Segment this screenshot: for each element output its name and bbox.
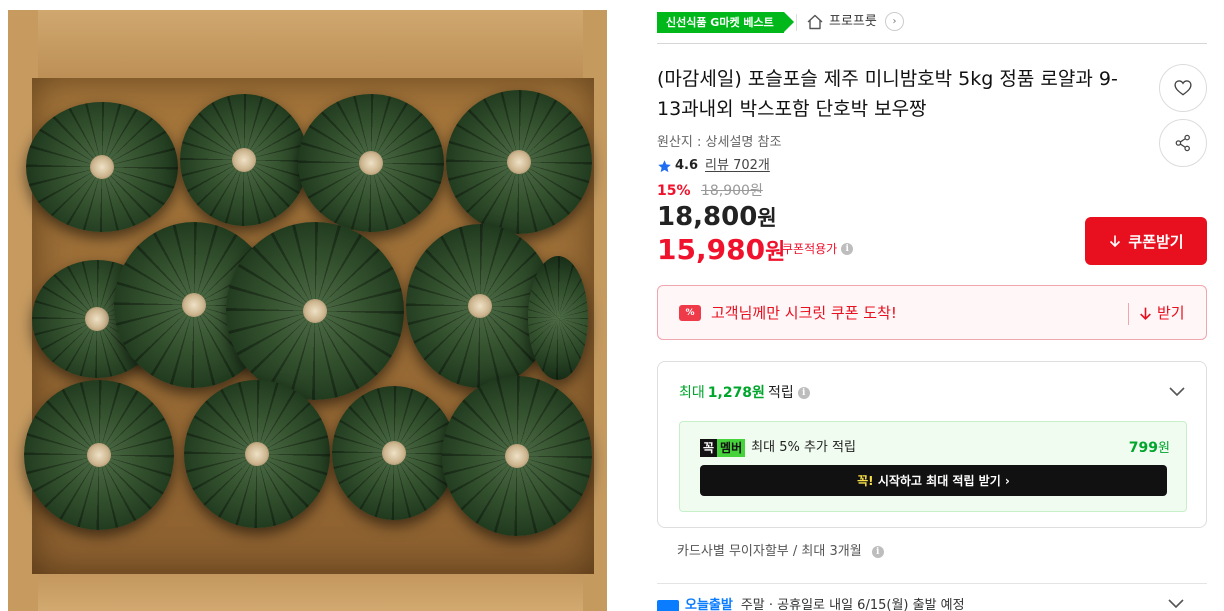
coupon-button-label: 쿠폰받기 [1128,232,1184,251]
mileage-card: 최대 1,278원 적립 i 꼭 멤버 최대 5% 추가 적립 799원 꼭! … [657,361,1207,528]
member-tag-2: 멤버 [717,439,746,457]
best-badge[interactable]: 신선식품 G마켓 베스트 [657,12,794,33]
squash [24,380,174,530]
info-icon[interactable]: i [797,387,810,399]
discount-rate: 15% [657,183,691,199]
divider [657,43,1207,44]
share-icon [1175,134,1190,152]
rating-row: 4.6 리뷰 702개 [657,156,770,176]
secret-coupon-get-button[interactable]: 받기 [1138,303,1185,323]
squash [528,256,588,380]
review-link[interactable]: 리뷰 702개 [705,156,770,176]
chevron-right-icon[interactable]: › [885,12,904,31]
mileage-prefix: 최대 [679,385,705,401]
truck-icon [657,599,679,611]
member-benefit-box: 꼭 멤버 최대 5% 추가 적립 799원 꼭! 시작하고 최대 적립 받기 › [679,421,1187,512]
info-icon[interactable]: i [871,546,884,558]
product-info-panel: 신선식품 G마켓 베스트 프로프룻 › (마감세일) 포슬포슬 제주 미니밤호박… [657,0,1207,611]
divider [796,14,797,31]
mileage-summary[interactable]: 최대 1,278원 적립 i [679,383,810,403]
member-tag-1: 꼭 [700,439,718,457]
coupon-price-label-text: 쿠폰적용가 [782,242,838,256]
delivery-row[interactable]: 오늘출발 주말 · 공휴일로 내일 6/15(월) 출발 예정 [657,596,965,611]
squash [442,376,592,536]
coupon-button[interactable]: 쿠폰받기 [1085,217,1207,265]
info-icon[interactable]: i [841,243,854,255]
squash [180,94,308,226]
secret-coupon-get-label: 받기 [1157,304,1185,322]
star-icon [658,159,671,172]
divider [1128,303,1129,325]
squash [332,386,456,520]
member-tag: 꼭 멤버 [700,439,746,457]
coupon-price-label: 쿠폰적용가 i [782,240,854,258]
squash [26,102,178,232]
sale-price-unit: 원 [757,206,777,230]
download-icon [1108,234,1122,248]
share-button[interactable] [1159,119,1207,167]
member-signup-button[interactable]: 꼭! 시작하고 최대 적립 받기 › [700,465,1167,496]
product-detail-page: 신선식품 G마켓 베스트 프로프룻 › (마감세일) 포슬포슬 제주 미니밤호박… [0,0,1224,611]
download-icon [1140,307,1151,320]
coupon-price: 15,980원 [657,231,785,272]
squash [446,90,592,234]
wishlist-button[interactable] [1159,64,1207,112]
delivery-text: 주말 · 공휴일로 내일 6/15(월) 출발 예정 [740,598,965,611]
member-amount-unit: 원 [1158,441,1170,456]
member-benefit-text: 최대 5% 추가 적립 [751,440,856,455]
squash [298,94,444,232]
member-cta-text: 시작하고 최대 적립 받기 › [877,474,1010,488]
coupon-ticket-icon: % [679,305,701,321]
divider [657,583,1207,584]
card-installment-text: 카드사별 무이자할부 / 최대 3개월 [677,544,862,559]
mileage-amount: 1,278원 [707,385,765,401]
chevron-down-icon[interactable] [1167,598,1185,610]
heart-icon [1174,80,1192,96]
secret-coupon-message: 고객님께만 시크릿 쿠폰 도착! [711,304,897,322]
product-title: (마감세일) 포슬포슬 제주 미니밤호박 5kg 정품 로얄과 9-13과내외 … [657,68,1118,120]
discount-row: 15% 18,900원 [657,181,763,201]
mileage-suffix: 적립 [767,385,794,401]
brand-link[interactable]: 프로프룻 [829,13,877,31]
secret-coupon-banner[interactable]: % 고객님께만 시크릿 쿠폰 도착! 받기 [657,285,1207,340]
delivery-label: 오늘출발 [685,598,733,611]
original-price: 18,900원 [700,183,763,199]
squash [226,222,404,400]
member-cta-highlight: 꼭! [857,474,874,488]
card-installment-info: 카드사별 무이자할부 / 최대 3개월 i [677,543,884,561]
home-icon[interactable] [806,13,824,31]
member-amount-value: 799 [1128,440,1159,456]
sale-price-amount: 18,800 [657,202,758,232]
origin-text: 원산지 : 상세설명 참조 [657,135,782,150]
coupon-price-amount: 15,980 [657,233,766,266]
member-benefit-amount: 799원 [1129,438,1170,459]
squash [184,380,330,528]
product-image[interactable] [8,10,607,611]
member-benefit-row: 꼭 멤버 최대 5% 추가 적립 [700,439,856,457]
chevron-down-icon[interactable] [1168,386,1186,398]
rating-score: 4.6 [675,158,699,173]
